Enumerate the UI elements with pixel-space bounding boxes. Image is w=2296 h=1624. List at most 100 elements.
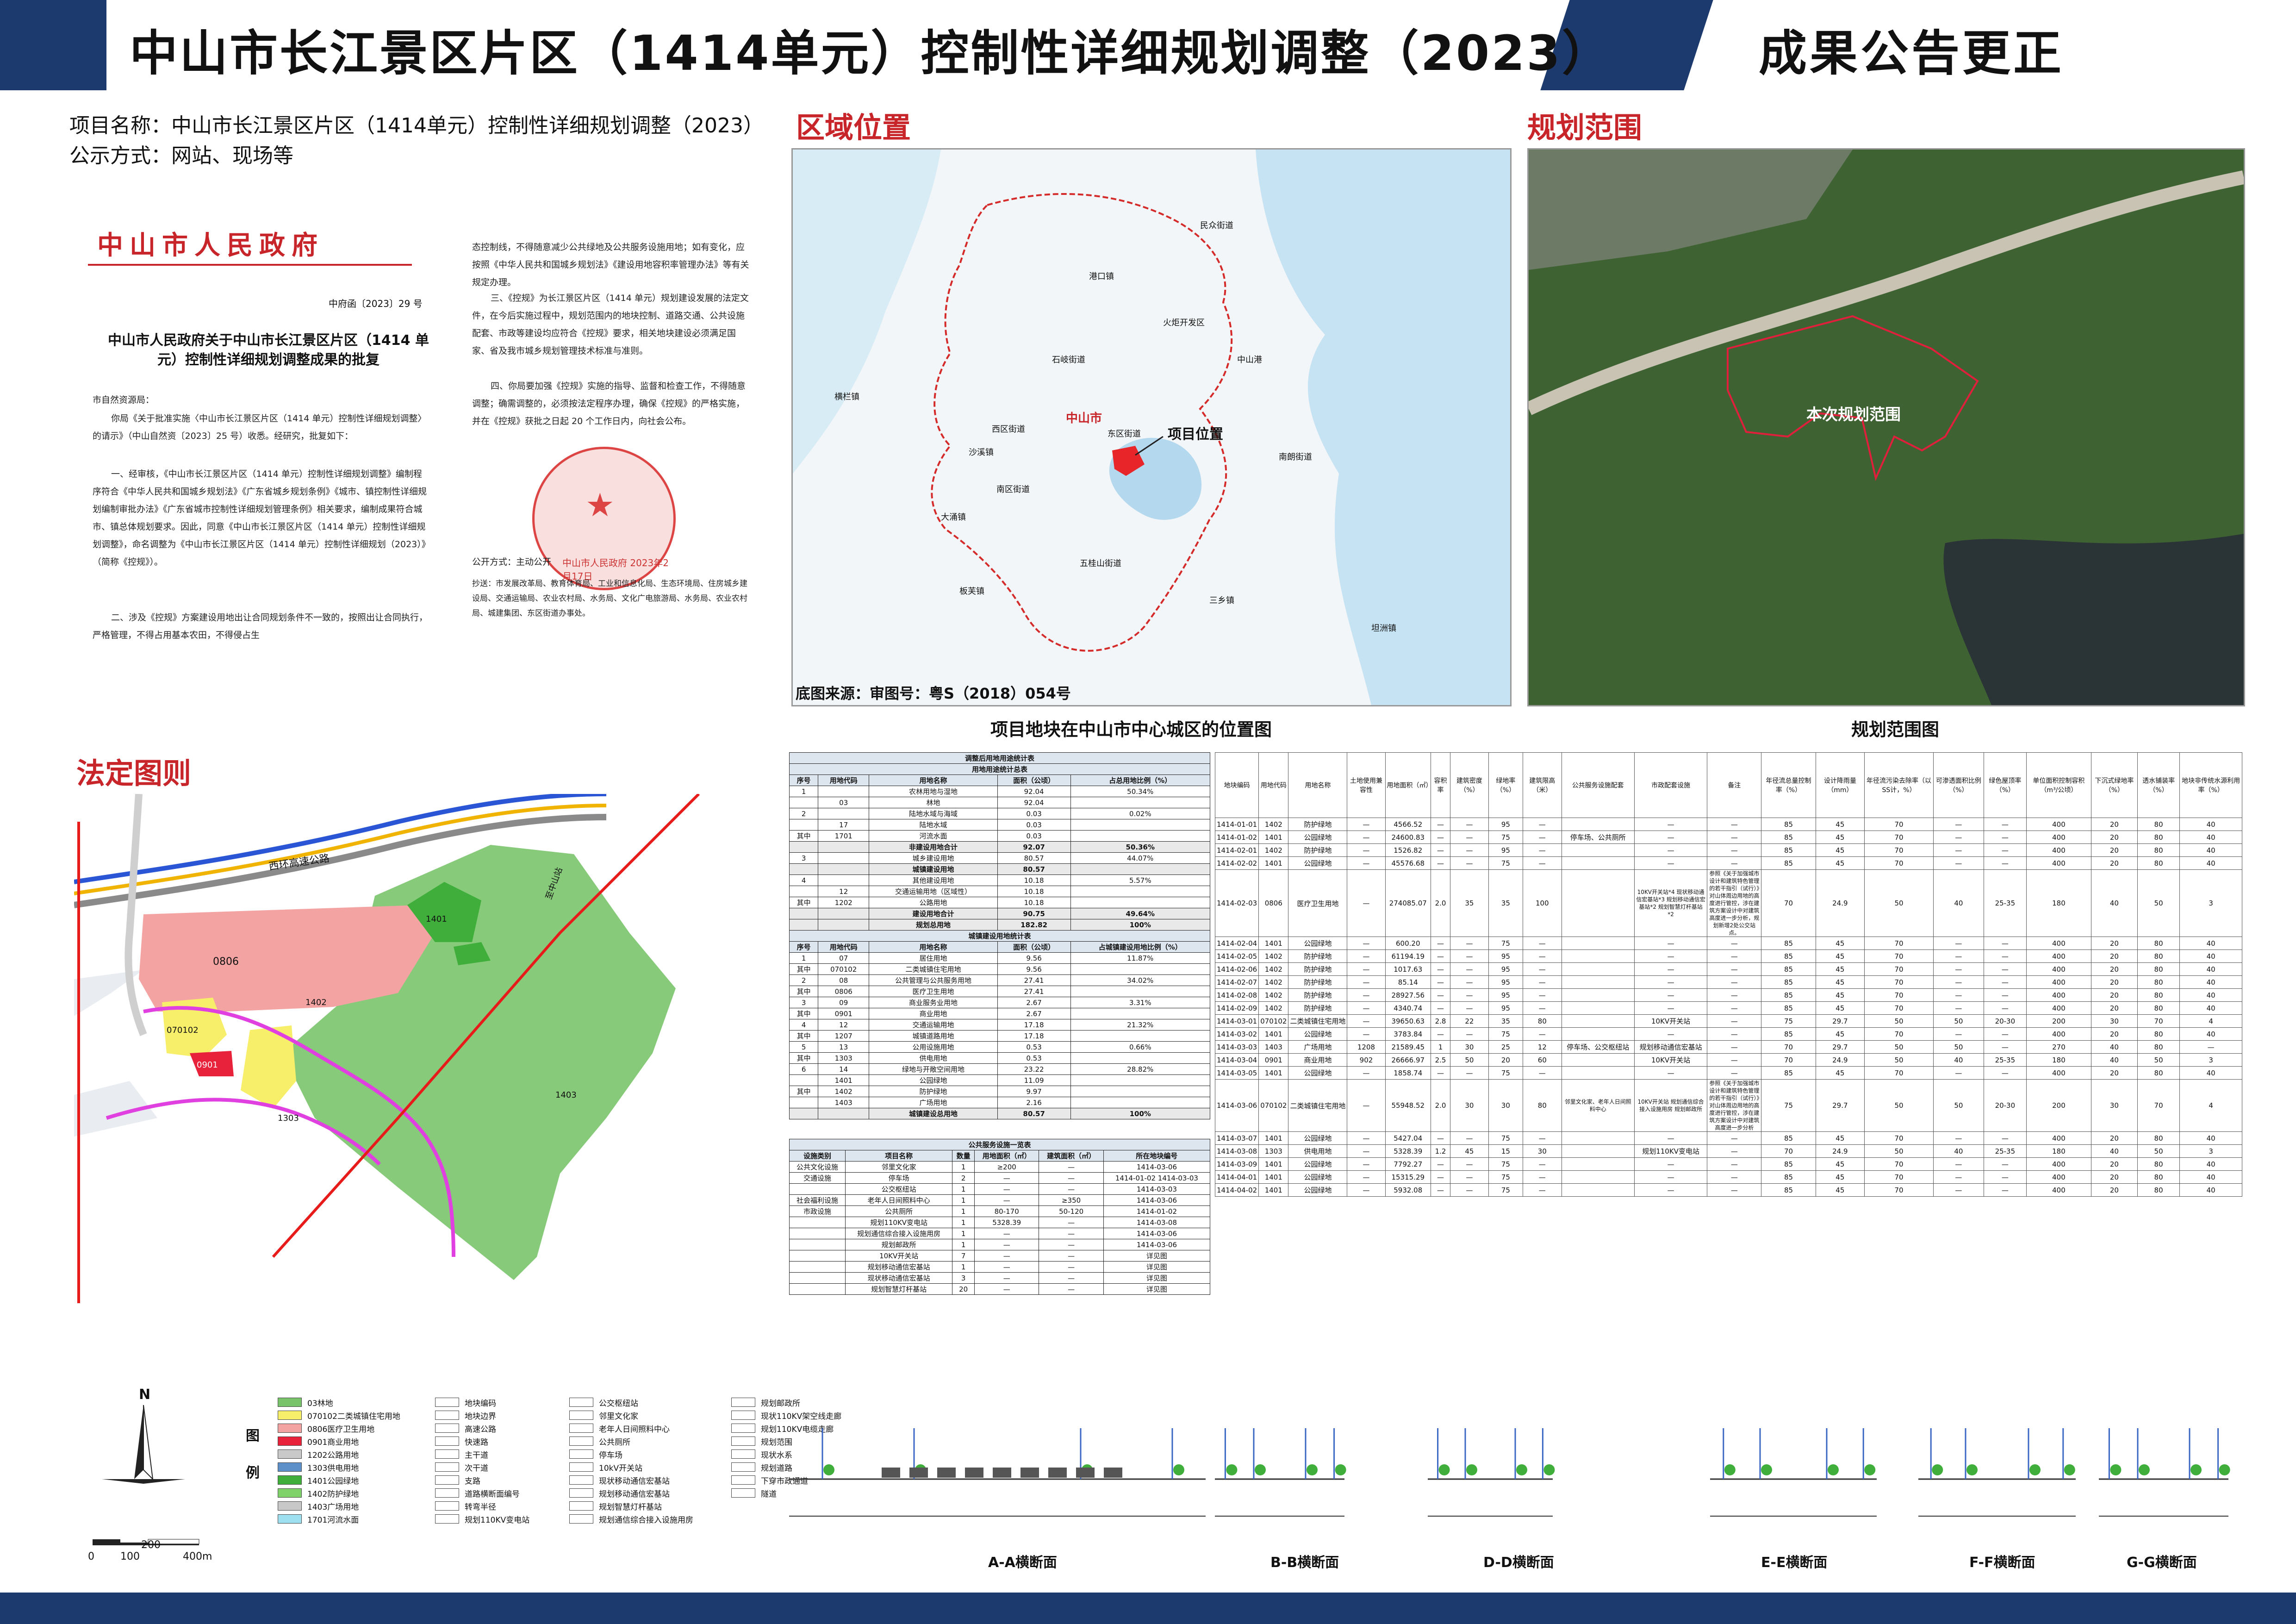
legend-landuse: 03林地 070102二类城镇住宅用地 0806医疗卫生用地 0901商业用地 1202…	[278, 1396, 400, 1525]
parcel-header-cell: 公共服务设施配套	[1561, 752, 1635, 818]
landuse-cell: 92.07	[997, 841, 1071, 853]
parcel-cell	[1561, 1001, 1635, 1015]
parcel-cell: 30	[1450, 1040, 1489, 1054]
parcel-row: 1414-03-09 1401 公园绿地 —7792.27— —75— — —85 45 70—…	[1215, 1157, 2242, 1171]
landuse2-cell	[1070, 1008, 1211, 1019]
legend-swatch	[278, 1514, 302, 1524]
parcel-cell: 1414-03-05	[1215, 1066, 1259, 1080]
landuse2-cell: 1402	[818, 1086, 870, 1097]
parcel-cell: —	[1450, 818, 1489, 831]
parcel-cell	[1561, 843, 1635, 857]
parcel-cell: 400	[2026, 818, 2091, 831]
parcel-cell: —	[1634, 962, 1708, 976]
parcel-cell: 80	[2137, 1001, 2180, 1015]
parcel-cell: 1403	[1258, 1040, 1289, 1054]
landuse2-cell	[1070, 1030, 1211, 1042]
landuse2-cell: 0.53	[997, 1052, 1071, 1064]
landuse2-row: 5 13 公用设施用地 0.53 0.66%	[789, 1041, 1211, 1053]
landuse2-row: 城镇建设总用地 80.57 100%	[789, 1108, 1211, 1119]
parcel-cell: 70	[1761, 1040, 1816, 1054]
parcel-cell: —	[1347, 1014, 1386, 1028]
landuse2-cell: 17.18	[997, 1019, 1071, 1031]
parcel-cell: 85	[1761, 1183, 1816, 1197]
legend-label: 1303供电用地	[307, 1463, 359, 1473]
parcel-cell: 70	[1864, 1027, 1934, 1041]
landuse-cell: 5.57%	[1070, 874, 1211, 886]
landuse-row: 规划总用地 182.82 100%	[789, 919, 1211, 931]
parcel-cell: —	[1983, 975, 2027, 989]
parcel-cell: —	[1523, 937, 1562, 950]
facility-cell: —	[974, 1172, 1039, 1184]
tree-icon	[823, 1464, 834, 1475]
parcel-cell: 1401	[1258, 1066, 1289, 1080]
parcel-cell: —	[1431, 962, 1451, 976]
legend-swatch	[731, 1424, 755, 1433]
landuse-header-cell: 面积（公顷）	[997, 775, 1071, 786]
parcel-cell: 广场用地	[1288, 1040, 1348, 1054]
landuse-table-subtitle-1: 用地用途统计总表	[789, 763, 1210, 775]
legend-item: 主干道	[435, 1448, 529, 1461]
landuse-table-header-2: 序号 用地代码 用地名称 面积（公顷） 占城镇建设用地比例（%）	[789, 941, 1211, 953]
parcel-cell: 4	[2179, 1079, 2242, 1132]
landuse-table-body-1: 1 农林用地与湿地 92.04 50.34% 03 林地 92.04 2 陆地水域与海域 0.03…	[789, 786, 1211, 931]
landuse-row: 城镇建设用地 80.57	[789, 863, 1211, 875]
statutory-map-svg	[73, 792, 782, 1326]
map-label-dachong: 大涌镇	[941, 512, 966, 522]
parcel-cell: 0901	[1258, 1053, 1289, 1067]
parcel-cell: 30	[1523, 1144, 1562, 1158]
facility-cell	[789, 1283, 846, 1295]
facility-cell: 详见图	[1103, 1272, 1211, 1284]
parcel-cell: 45	[1815, 937, 1865, 950]
map-label-henglan: 横栏镇	[834, 392, 859, 402]
notice-title: 成果公告更正	[1759, 25, 2065, 81]
parcel-cell: 95	[1488, 962, 1524, 976]
legend-item: 快速路	[435, 1435, 529, 1448]
parcel-cell: —	[1431, 1027, 1451, 1041]
tree-icon	[2139, 1464, 2150, 1475]
parcel-cell: —	[1933, 1170, 1984, 1184]
landuse-table-header-1: 序号 用地代码 用地名称 面积（公顷） 占总用地比例（%）	[789, 775, 1211, 786]
statutory-plan-map: 西环高速公路 至中山站 0806 070102 0901 1303 1401 1…	[73, 792, 782, 1326]
landuse-cell: 100%	[1070, 919, 1211, 931]
parcel-cell: 40	[2179, 1131, 2242, 1145]
landuse2-row: 6 14 绿地与开敞空间用地 23.22 28.82%	[789, 1063, 1211, 1075]
parcel-cell: 45	[1815, 1183, 1865, 1197]
parcel-cell: 10KV开关站	[1634, 1053, 1708, 1067]
landuse2-cell: 其中	[789, 1086, 819, 1097]
facility-cell: 1	[952, 1261, 975, 1273]
location-map-svg	[793, 150, 1510, 705]
parcel-cell: 30	[1488, 1079, 1524, 1132]
facility-cell: —	[1039, 1161, 1104, 1173]
parcel-cell: 1402	[1258, 818, 1289, 831]
facility-cell	[789, 1250, 846, 1262]
parcel-cell: 20	[2091, 949, 2138, 963]
parcel-cell: 80	[2137, 1131, 2180, 1145]
legend-item: 1303供电用地	[278, 1461, 400, 1474]
parcel-cell: 29.7	[1815, 1014, 1865, 1028]
facility-cell: —	[974, 1194, 1039, 1206]
parcel-cell: 60	[1523, 1053, 1562, 1067]
parcel-cell: 3	[2179, 869, 2242, 937]
legend-swatch	[731, 1475, 755, 1485]
parcel-cell: 070102	[1258, 1079, 1289, 1132]
parcel-cell: 40	[2179, 1183, 2242, 1197]
landuse2-cell: 100%	[1070, 1108, 1211, 1119]
scope-satellite-map: 本次规划范围	[1527, 148, 2245, 706]
parcel-cell: 50	[1864, 869, 1934, 937]
parcel-header-cell: 容积率	[1431, 752, 1451, 818]
parcel-cell: —	[1933, 1027, 1984, 1041]
landuse2-cell: 广场用地	[869, 1097, 998, 1108]
landuse2-cell: 11.09	[997, 1074, 1071, 1086]
facility-cell: —	[1039, 1183, 1104, 1195]
legend-swatch	[278, 1462, 302, 1472]
parcel-cell: —	[1347, 1079, 1386, 1132]
legend-item: 现状移动通信宏基站	[569, 1474, 693, 1487]
landuse-cell: 0.03	[997, 830, 1071, 842]
parcel-cell: —	[1347, 818, 1386, 831]
parcel-row: 1414-03-07 1401 公园绿地 —5427.04— —75— — —85 45 70—…	[1215, 1131, 2242, 1145]
parcel-header-cell: 用地代码	[1258, 752, 1289, 818]
legend-label: 10kV开关站	[599, 1463, 643, 1473]
facility-cell: 规划移动通信宏基站	[845, 1261, 953, 1273]
legend-label: 1402防护绿地	[307, 1489, 359, 1499]
parcel-cell: 400	[2026, 1170, 2091, 1184]
